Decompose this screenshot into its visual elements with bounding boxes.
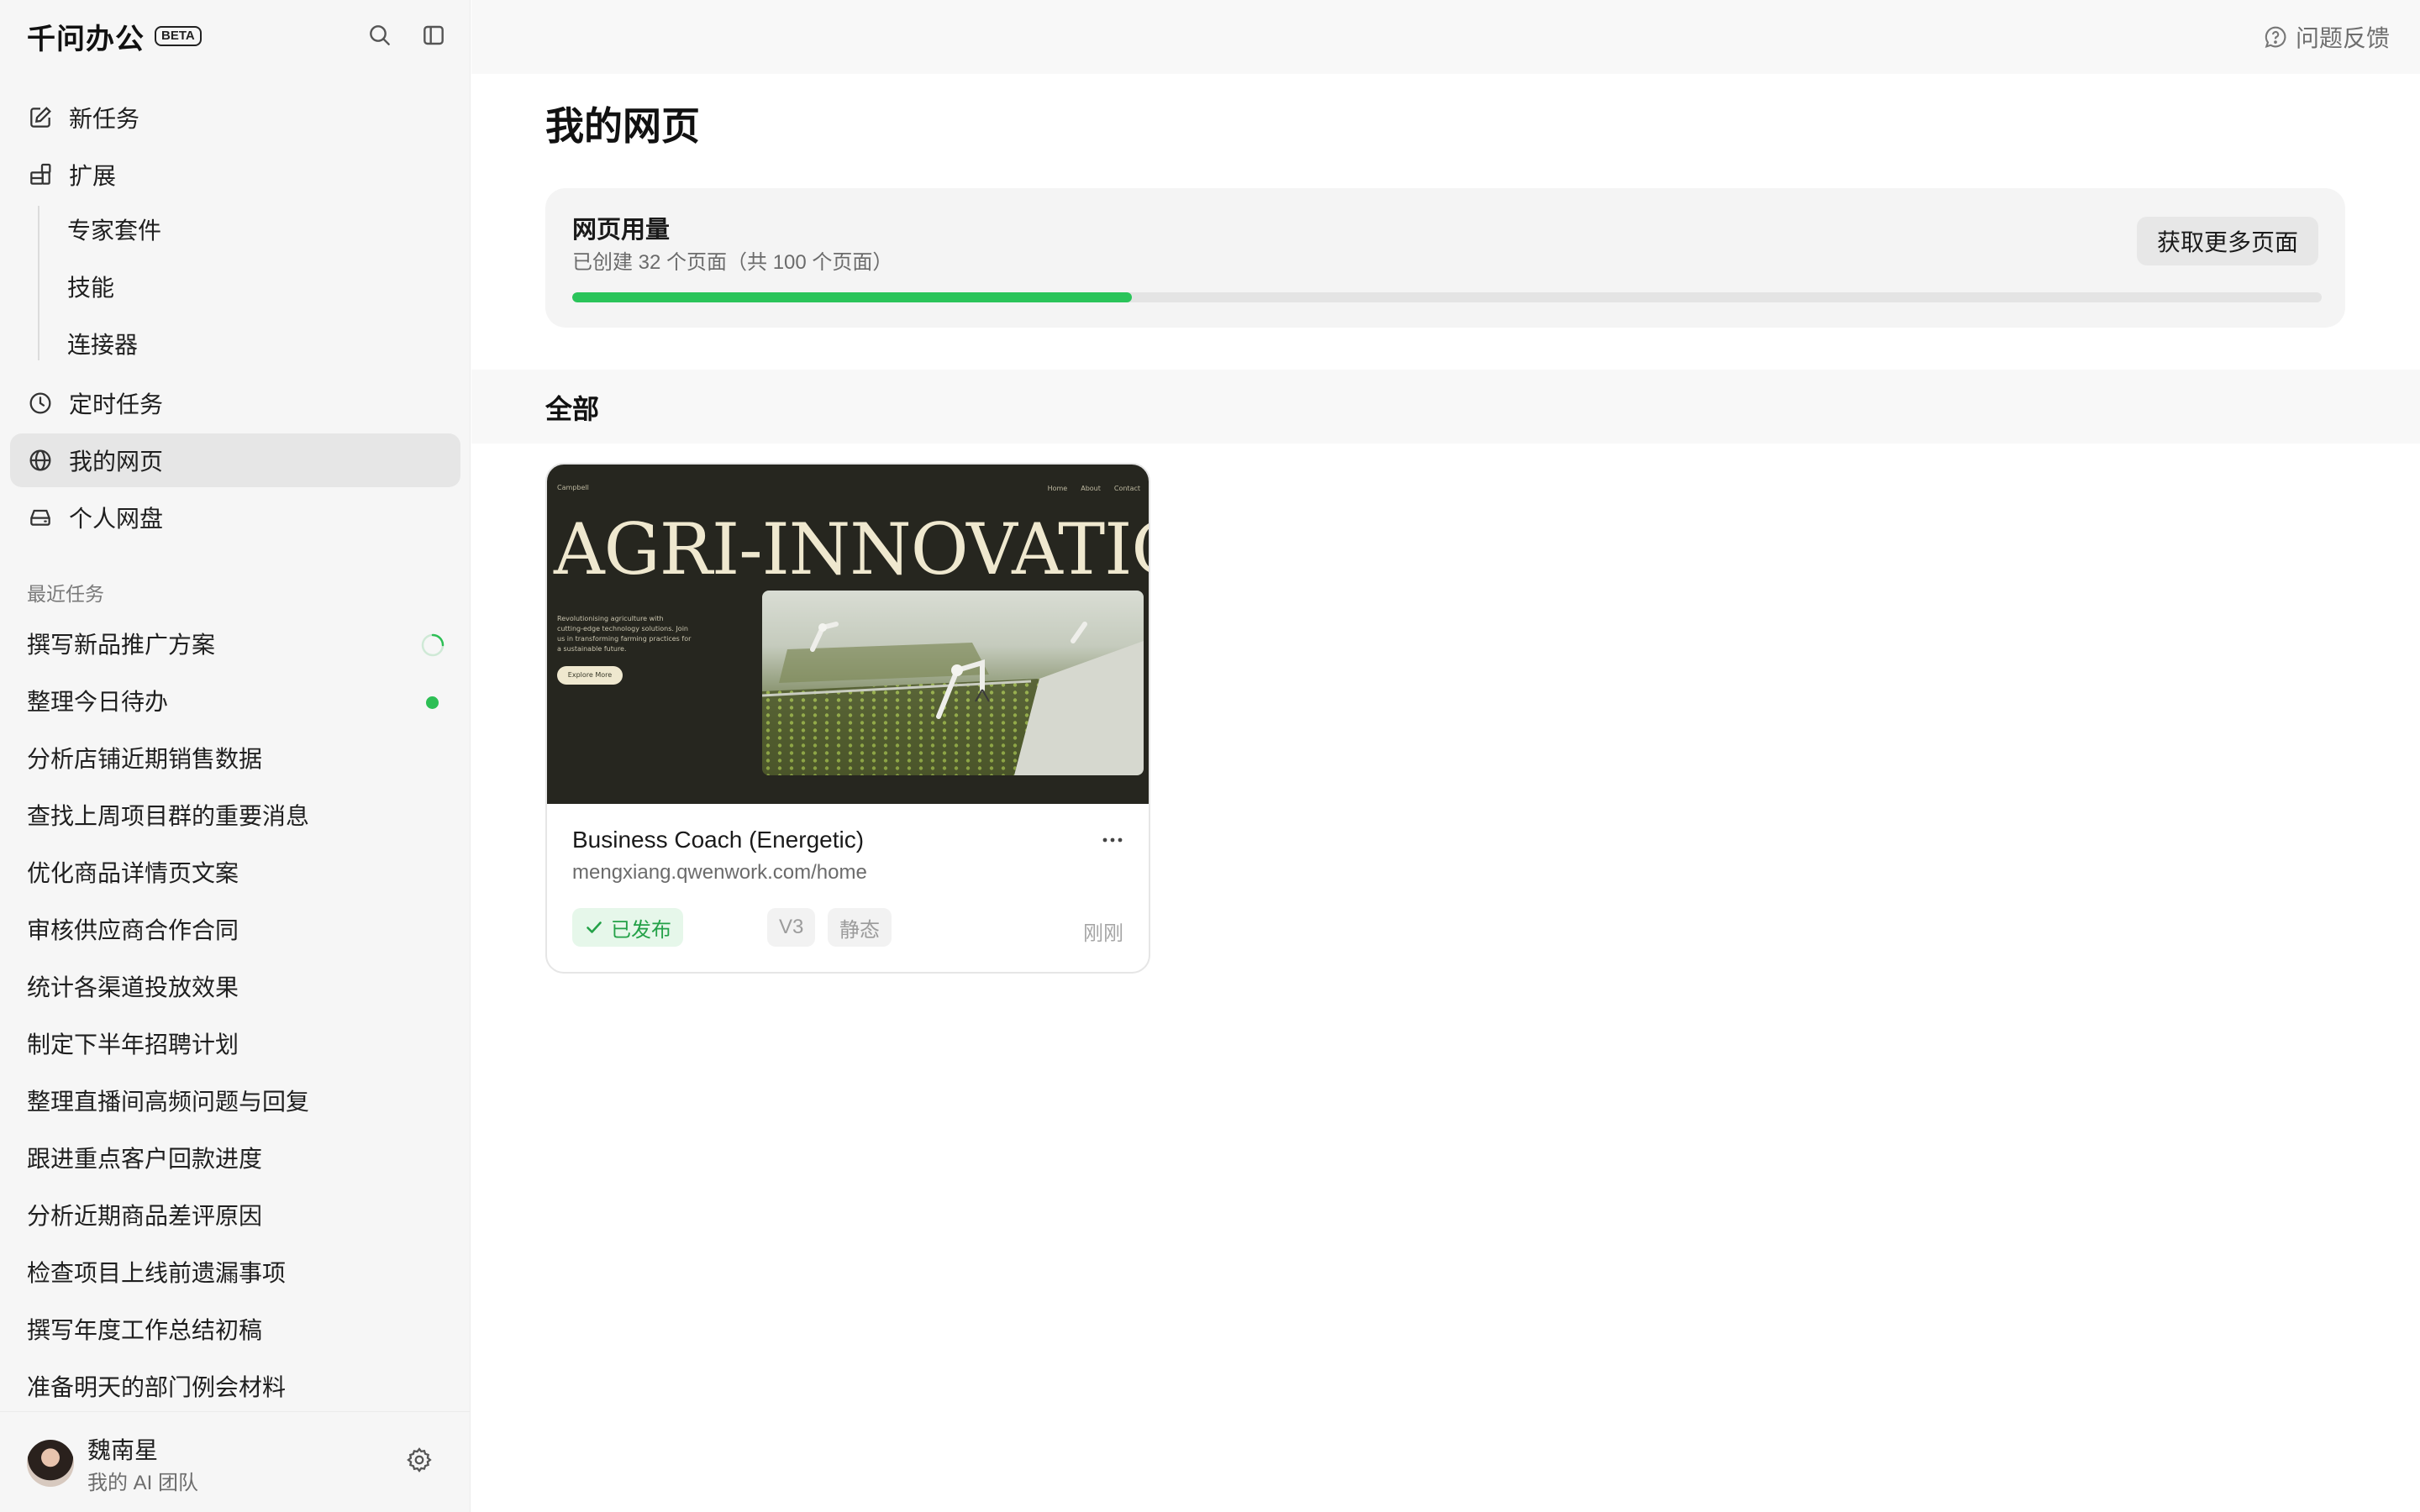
recent-tasks-label: 最近任务 [27, 583, 104, 605]
usage-subtitle: 已创建 32 个页面（共 100 个页面） [572, 251, 893, 274]
more-options-icon[interactable] [1098, 826, 1127, 854]
preview-nav-item: About [1081, 485, 1101, 492]
avatar[interactable] [27, 1440, 74, 1487]
main-content: 问题反馈 我的网页 网页用量 已创建 32 个页面（共 100 个页面） 获取更… [471, 0, 2420, 1512]
submenu-guide-line [38, 206, 39, 360]
published-badge: 已发布 [572, 908, 683, 947]
recent-task-item[interactable]: 分析近期商品差评原因 [27, 1189, 447, 1243]
type-badge: 静态 [828, 908, 892, 947]
nav-extensions[interactable]: 扩展 [10, 148, 460, 202]
brand: 千问办公 BETA [27, 18, 202, 55]
nav-expert-suite[interactable]: 专家套件 [67, 204, 161, 258]
version-badge: V3 [767, 908, 816, 947]
clock-icon [27, 390, 54, 417]
recent-task-item[interactable]: 准备明天的部门例会材料 [27, 1361, 447, 1415]
section-title: 全部 [545, 394, 600, 424]
preview-cta: Explore More [557, 666, 623, 685]
recent-task-item[interactable]: 审核供应商合作合同 [27, 904, 447, 958]
section-header: 全部 [471, 370, 2420, 444]
recent-task-item[interactable]: 撰写新品推广方案 [27, 618, 447, 672]
usage-title: 网页用量 [572, 217, 671, 244]
status-dot [426, 696, 439, 709]
preview-hero-title: AGRI-INNOVATION [554, 508, 1149, 591]
get-more-pages-button[interactable]: 获取更多页面 [2137, 217, 2318, 265]
check-icon [587, 921, 602, 933]
nav-new-task[interactable]: 新任务 [10, 91, 460, 144]
site-url[interactable]: mengxiang.qwenwork.com/home [572, 861, 867, 885]
preview-nav-item: Contact [1113, 485, 1140, 492]
nav-label: 个人网盘 [69, 506, 164, 532]
globe-icon [27, 447, 54, 474]
search-icon[interactable] [365, 20, 395, 50]
recent-task-item[interactable]: 查找上周项目群的重要消息 [27, 790, 447, 843]
updated-time: 刚刚 [1083, 922, 1123, 945]
user-profile-bar[interactable]: 魏南星 我的 AI 团队 [0, 1411, 470, 1512]
recent-task-item[interactable]: 检查项目上线前遗漏事项 [27, 1247, 447, 1300]
nav-my-pages[interactable]: 我的网页 [10, 433, 460, 487]
drive-icon [27, 504, 54, 531]
nav-connectors[interactable]: 连接器 [67, 318, 138, 372]
recent-task-item[interactable]: 跟进重点客户回款进度 [27, 1132, 447, 1186]
edit-icon [27, 104, 54, 131]
feedback-button[interactable]: 问题反馈 [2262, 20, 2390, 54]
preview-description: Revolutionising agriculture with cutting… [557, 615, 692, 653]
help-icon [2265, 26, 2286, 48]
loading-spinner-icon [421, 633, 445, 657]
recent-task-item[interactable]: 统计各渠道投放效果 [27, 961, 447, 1015]
app-window: 千问办公 BETA 新任务 扩展 专家套件 技能 连接器 定时任务 我的网页 个… [0, 0, 2420, 1512]
preview-nav-item: Home [1047, 485, 1068, 492]
preview-logo: Campbell [557, 484, 589, 491]
gear-icon[interactable] [405, 1446, 434, 1474]
site-preview-thumbnail[interactable]: Campbell Home About Contact AGRI-INNOVATIO… [547, 465, 1149, 804]
recent-task-item[interactable]: 优化商品详情页文案 [27, 847, 447, 900]
recent-task-item[interactable]: 整理直播间高频问题与回复 [27, 1075, 447, 1129]
user-name: 魏南星 [87, 1437, 159, 1463]
usage-progress-fill [572, 292, 1133, 302]
topbar: 问题反馈 [471, 0, 2420, 74]
app-name: 千问办公 [27, 23, 145, 55]
usage-progress-bar [572, 292, 2322, 302]
user-team: 我的 AI 团队 [87, 1472, 199, 1494]
nav-label: 定时任务 [69, 391, 164, 417]
nav-skills[interactable]: 技能 [67, 261, 114, 315]
recent-task-item[interactable]: 分析店铺近期销售数据 [27, 732, 447, 786]
nav-personal-drive[interactable]: 个人网盘 [10, 491, 460, 544]
site-card[interactable]: Campbell Home About Contact AGRI-INNOVATIO… [545, 463, 1150, 974]
extensions-icon [27, 161, 54, 188]
nav-scheduled-tasks[interactable]: 定时任务 [10, 376, 460, 430]
recent-task-item[interactable]: 撰写年度工作总结初稿 [27, 1304, 447, 1357]
usage-card: 网页用量 已创建 32 个页面（共 100 个页面） 获取更多页面 [545, 188, 2345, 328]
nav-label: 扩展 [69, 163, 117, 189]
published-label: 已发布 [611, 918, 671, 942]
recent-task-item[interactable]: 整理今日待办 [27, 675, 447, 729]
collapse-sidebar-icon[interactable] [418, 20, 449, 50]
nav-label: 新任务 [69, 106, 140, 132]
beta-badge: BETA [155, 26, 202, 46]
page-title: 我的网页 [545, 104, 700, 148]
recent-task-item[interactable]: 制定下半年招聘计划 [27, 1018, 447, 1072]
sidebar: 千问办公 BETA 新任务 扩展 专家套件 技能 连接器 定时任务 我的网页 个… [0, 0, 471, 1512]
feedback-label: 问题反馈 [2295, 25, 2390, 51]
nav-label: 我的网页 [69, 449, 164, 475]
preview-nav: Home About Contact [1034, 485, 1140, 492]
preview-greenhouse-robot-image [762, 591, 1144, 775]
site-name: Business Coach (Energetic) [572, 827, 865, 853]
